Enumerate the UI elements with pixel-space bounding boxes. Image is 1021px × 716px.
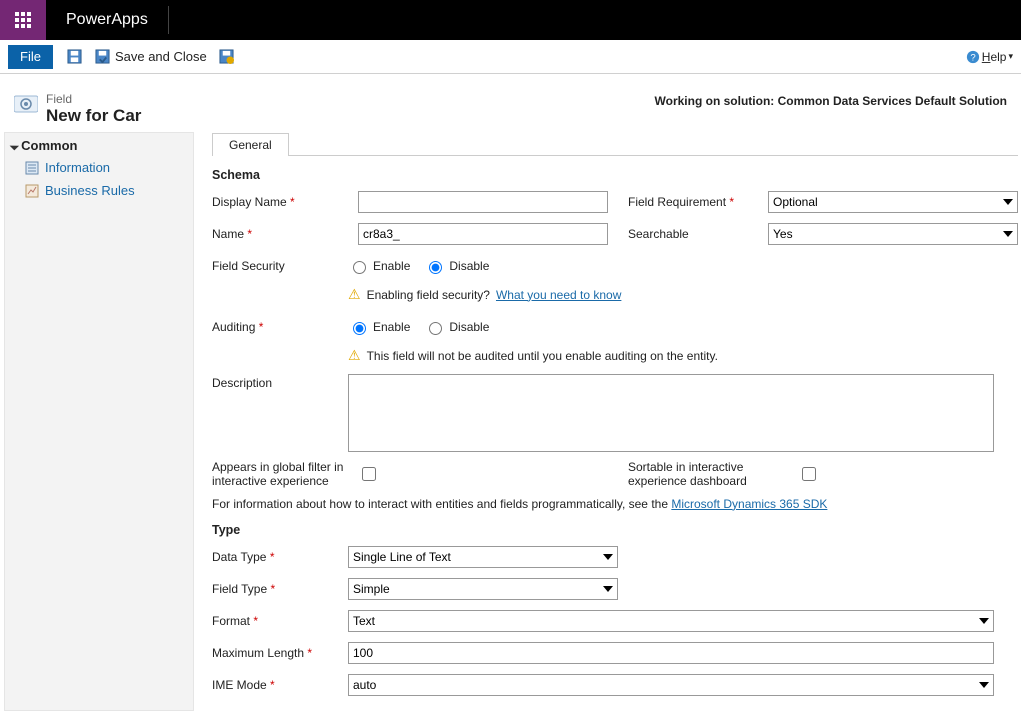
breadcrumb: Field bbox=[46, 92, 141, 106]
solution-info: Working on solution: Common Data Service… bbox=[655, 92, 1007, 126]
auditing-label: Auditing bbox=[212, 320, 255, 334]
save-new-icon bbox=[219, 49, 235, 65]
auditing-warning-text: This field will not be audited until you… bbox=[367, 349, 718, 363]
searchable-select[interactable]: Yes bbox=[768, 223, 1018, 245]
svg-text:?: ? bbox=[970, 52, 975, 63]
sortable-checkbox[interactable] bbox=[802, 467, 816, 481]
save-button[interactable] bbox=[63, 47, 87, 67]
auditing-enable[interactable]: Enable bbox=[348, 319, 410, 335]
sidebar-item-label: Business Rules bbox=[45, 183, 135, 198]
top-divider bbox=[168, 6, 169, 34]
field-security-label: Field Security bbox=[212, 259, 348, 273]
max-length-label: Maximum Length bbox=[212, 646, 304, 660]
global-filter-label: Appears in global filter in interactive … bbox=[212, 460, 348, 489]
display-name-input[interactable] bbox=[358, 191, 608, 213]
sidebar-item-information[interactable]: Information bbox=[5, 156, 193, 179]
chevron-down-icon: ▾ bbox=[1008, 51, 1013, 62]
field-requirement-label: Field Requirement bbox=[628, 195, 726, 209]
field-gear-icon bbox=[14, 94, 38, 117]
sidebar-item-label: Information bbox=[45, 160, 110, 175]
data-type-label: Data Type bbox=[212, 550, 266, 564]
save-close-icon bbox=[95, 49, 111, 65]
field-requirement-select[interactable]: Optional bbox=[768, 191, 1018, 213]
sidebar-head-common[interactable]: Common bbox=[5, 135, 193, 156]
section-type: Type bbox=[212, 523, 1018, 537]
sidebar-item-business-rules[interactable]: Business Rules bbox=[5, 179, 193, 202]
section-schema: Schema bbox=[212, 168, 1018, 182]
sdk-info-text: For information about how to interact wi… bbox=[212, 497, 671, 511]
help-menu[interactable]: ? Help ▾ bbox=[966, 50, 1013, 64]
data-type-select[interactable]: Single Line of Text bbox=[348, 546, 618, 568]
page-title: New for Car bbox=[46, 106, 141, 126]
save-and-new-button[interactable] bbox=[215, 47, 239, 67]
field-type-select[interactable]: Simple bbox=[348, 578, 618, 600]
display-name-label: Display Name bbox=[212, 195, 287, 209]
format-label: Format bbox=[212, 614, 250, 628]
sortable-label: Sortable in interactive experience dashb… bbox=[628, 460, 788, 489]
tab-general[interactable]: General bbox=[212, 133, 289, 156]
searchable-label: Searchable bbox=[628, 227, 689, 241]
name-label: Name bbox=[212, 227, 244, 241]
field-security-enable[interactable]: Enable bbox=[348, 258, 410, 274]
max-length-input[interactable] bbox=[348, 642, 994, 664]
waffle-launcher[interactable] bbox=[0, 0, 46, 40]
ime-mode-label: IME Mode bbox=[212, 678, 267, 692]
global-filter-checkbox[interactable] bbox=[362, 467, 376, 481]
file-button[interactable]: File bbox=[8, 45, 53, 69]
warning-icon: ⚠ bbox=[348, 286, 361, 303]
auditing-disable[interactable]: Disable bbox=[424, 319, 489, 335]
security-warning-text: Enabling field security? bbox=[367, 288, 490, 302]
save-close-label: Save and Close bbox=[115, 49, 207, 64]
save-icon bbox=[67, 49, 83, 65]
description-input[interactable] bbox=[348, 374, 994, 452]
sdk-link[interactable]: Microsoft Dynamics 365 SDK bbox=[671, 497, 827, 511]
app-title: PowerApps bbox=[46, 11, 148, 29]
format-select[interactable]: Text bbox=[348, 610, 994, 632]
field-security-disable[interactable]: Disable bbox=[424, 258, 489, 274]
security-warning-link[interactable]: What you need to know bbox=[496, 288, 621, 302]
save-and-close-button[interactable]: Save and Close bbox=[91, 47, 211, 67]
description-label: Description bbox=[212, 374, 348, 390]
field-type-label: Field Type bbox=[212, 582, 267, 596]
name-input[interactable] bbox=[358, 223, 608, 245]
ime-mode-select[interactable]: auto bbox=[348, 674, 994, 696]
warning-icon: ⚠ bbox=[348, 347, 361, 364]
help-label: Help bbox=[982, 50, 1007, 64]
